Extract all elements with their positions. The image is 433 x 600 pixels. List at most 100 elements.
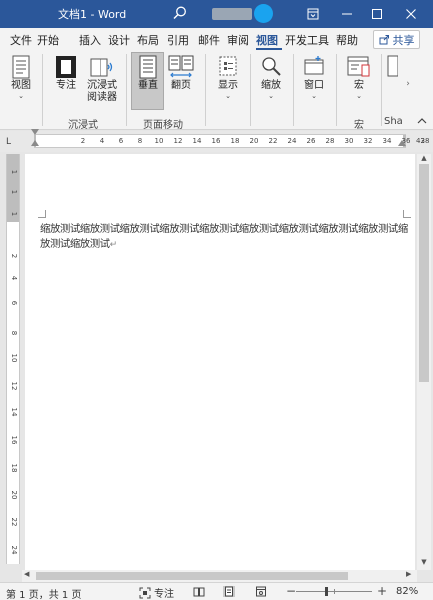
immersive-group-label: 沉浸式: [68, 120, 98, 131]
collapse-ribbon-icon[interactable]: [416, 116, 428, 126]
views-label: 视图: [11, 80, 31, 91]
sharepoint-icon: [387, 55, 398, 77]
show-button[interactable]: 显示 ⌄: [213, 54, 243, 100]
ruler-tick: 34: [382, 137, 392, 145]
window-button[interactable]: 窗口 ⌄: [299, 54, 329, 100]
views-button[interactable]: 视图 ⌄: [6, 54, 36, 100]
focus-mode-label: 专注: [154, 589, 174, 600]
zoom-out-button[interactable]: −: [286, 584, 296, 598]
crop-mark: [38, 210, 46, 218]
focus-mode-button[interactable]: 专注: [139, 585, 174, 600]
vertical-page-icon: [139, 55, 157, 79]
macros-button[interactable]: 宏 ⌄: [342, 54, 376, 100]
tab-home[interactable]: 开始: [37, 32, 59, 48]
ruler-tick: 18: [10, 463, 18, 473]
ribbon-display-options-button[interactable]: [300, 2, 326, 26]
zoom-level[interactable]: 82%: [396, 586, 418, 597]
scroll-up-icon[interactable]: ▲: [417, 154, 431, 164]
right-indent-marker[interactable]: [398, 140, 406, 146]
group-divider: [293, 54, 294, 126]
ruler-tick: 20: [249, 137, 259, 145]
zoom-in-button[interactable]: +: [377, 584, 387, 598]
chevron-down-icon: ⌄: [18, 92, 24, 100]
vertical-button[interactable]: 垂直: [133, 54, 163, 92]
chevron-down-icon: ⌄: [311, 92, 317, 100]
web-layout-icon[interactable]: [255, 586, 267, 597]
share-icon: [379, 35, 389, 45]
ruler-tick: 16: [10, 435, 18, 445]
scroll-down-icon[interactable]: ▼: [417, 558, 431, 568]
page-movement-group-label: 页面移动: [143, 120, 183, 131]
side-to-side-label: 翻页: [171, 80, 191, 91]
window-title: 文档1 - Word: [58, 8, 127, 21]
ribbon: 视图 ⌄ 专注 沉浸式 阅读器 沉浸式 垂直 翻页 页面移动 显示 ⌄ 缩放 ⌄…: [0, 50, 433, 131]
tab-layout[interactable]: 布局: [137, 32, 159, 48]
tab-view[interactable]: 视图: [256, 32, 278, 48]
tab-selector[interactable]: L: [6, 137, 11, 147]
ruler-tick: 20: [10, 490, 18, 500]
ruler-tick: 28: [325, 137, 335, 145]
ruler-tick: 2: [10, 253, 18, 259]
search-icon[interactable]: [172, 5, 188, 21]
tab-help[interactable]: 帮助: [336, 32, 358, 48]
scroll-right-icon[interactable]: ▶: [406, 570, 411, 578]
avatar[interactable]: [254, 4, 273, 23]
vertical-ruler[interactable]: 1 1 1 2 4 6 8 10 12 14 16 18 20 22 24: [6, 154, 20, 564]
share-button[interactable]: 共享: [373, 30, 420, 49]
zoom-button[interactable]: 缩放 ⌄: [256, 54, 286, 100]
chevron-down-icon: ⌄: [268, 92, 274, 100]
tab-file[interactable]: 文件: [10, 32, 32, 48]
zoom-slider-thumb[interactable]: [325, 587, 328, 596]
hanging-indent-marker[interactable]: [31, 140, 39, 146]
ruler-tick: 16: [211, 137, 221, 145]
vertical-scroll-thumb[interactable]: [419, 164, 429, 382]
horizontal-ruler[interactable]: 2 4 6 8 10 12 14 16 18 20 22 24 26 28 30…: [34, 134, 429, 148]
vertical-scrollbar[interactable]: ▲ ▼: [417, 154, 431, 570]
group-divider: [250, 54, 251, 126]
scroll-left-icon[interactable]: ◀: [24, 570, 29, 578]
horizontal-scrollbar[interactable]: ◀ ▶: [22, 570, 417, 582]
title-bar: 文档1 - Word: [0, 0, 433, 28]
immersive-reader-button[interactable]: 沉浸式 阅读器: [84, 54, 120, 104]
ruler-tick: 18: [230, 137, 240, 145]
sharepoint-button[interactable]: [385, 54, 399, 80]
ruler-tick: 22: [10, 517, 18, 527]
ruler-tick: 22: [268, 137, 278, 145]
tab-mailings[interactable]: 邮件: [198, 32, 220, 48]
zoom-label: 缩放: [261, 80, 281, 91]
immersive-reader-icon: [90, 58, 113, 77]
minimize-icon: [342, 13, 352, 15]
share-label: 共享: [392, 33, 415, 47]
focus-button[interactable]: 专注: [52, 54, 80, 92]
ribbon-display-icon: [307, 8, 319, 20]
read-mode-icon[interactable]: [193, 586, 205, 597]
page-count[interactable]: 第 1 页，共 1 页: [6, 586, 81, 600]
ruler-tick: 4: [10, 275, 18, 281]
document-page[interactable]: 缩放测试缩放测试缩放测试缩放测试缩放测试缩放测试缩放测试缩放测试缩放测试缩放测试…: [25, 154, 415, 570]
group-divider: [205, 54, 206, 126]
close-button[interactable]: [398, 2, 424, 26]
window-label: 窗口: [304, 80, 324, 91]
tab-insert[interactable]: 插入: [79, 32, 101, 48]
first-line-indent-marker[interactable]: [31, 129, 39, 135]
ribbon-tab-bar: 文件 开始 插入 设计 布局 引用 邮件 审阅 视图 开发工具 帮助: [0, 28, 433, 50]
tab-references[interactable]: 引用: [167, 32, 189, 48]
tab-design[interactable]: 设计: [108, 32, 130, 48]
vertical-label: 垂直: [138, 80, 158, 91]
paragraph-mark: ↵: [109, 240, 118, 250]
horizontal-scroll-thumb[interactable]: [36, 572, 348, 580]
ruler-tick: 8: [10, 330, 18, 336]
macros-group-label: 宏: [354, 120, 364, 131]
zoom-slider-center-mark: [334, 589, 335, 594]
tab-review[interactable]: 审阅: [227, 32, 249, 48]
ribbon-scroll-right-icon[interactable]: ›: [402, 70, 414, 98]
print-layout-button[interactable]: [223, 586, 235, 597]
maximize-button[interactable]: [364, 2, 390, 26]
side-to-side-button[interactable]: 翻页: [166, 54, 196, 92]
ruler-tick: 12: [10, 381, 18, 391]
account-name[interactable]: [212, 8, 252, 20]
minimize-button[interactable]: [334, 2, 360, 26]
tab-developer[interactable]: 开发工具: [285, 32, 329, 48]
chevron-down-icon: ⌄: [225, 92, 231, 100]
document-body[interactable]: 缩放测试缩放测试缩放测试缩放测试缩放测试缩放测试缩放测试缩放测试缩放测试缩放测试…: [40, 222, 410, 253]
